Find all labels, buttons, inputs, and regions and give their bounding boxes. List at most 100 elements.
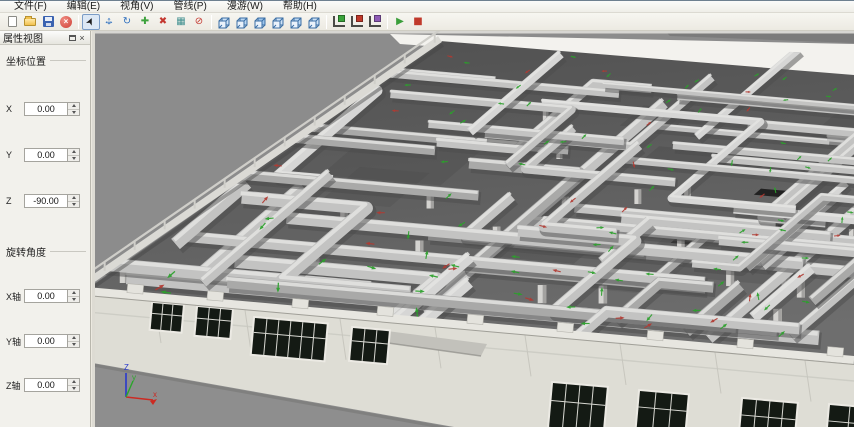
no-entry-icon: ⊘ bbox=[195, 17, 203, 27]
delete-tool-button[interactable]: ✖ bbox=[154, 14, 172, 30]
properties-panel-title: 属性视图 bbox=[3, 30, 67, 45]
new-file-button[interactable] bbox=[3, 14, 21, 30]
cube-view-icon bbox=[307, 14, 322, 29]
pipeline-layer-purple-button[interactable] bbox=[366, 14, 384, 30]
rotation-z-row: Z轴 bbox=[6, 378, 86, 392]
coordinate-z-label: Z bbox=[6, 196, 24, 206]
axis-z-label: Z bbox=[124, 363, 129, 372]
move-tool-button[interactable]: ↔↕ bbox=[100, 14, 118, 30]
toolbar-separator bbox=[78, 15, 79, 29]
save-floppy-icon bbox=[43, 16, 54, 27]
group-rotation-angle-label: 旋转角度 bbox=[6, 244, 46, 259]
disable-tool-button[interactable]: ⊘ bbox=[190, 14, 208, 30]
rotate-tool-button[interactable]: ↻ bbox=[118, 14, 136, 30]
rotation-z-stepper[interactable] bbox=[68, 378, 80, 392]
menu-file[interactable]: 文件(F) bbox=[4, 1, 57, 13]
plus-icon: ✚ bbox=[141, 17, 149, 27]
axis-y-label: y bbox=[132, 373, 136, 382]
coordinate-x-row: X bbox=[6, 102, 86, 116]
pipeline-layer-red-button[interactable] bbox=[348, 14, 366, 30]
toolbar-group: × bbox=[3, 14, 75, 30]
layer-green-icon bbox=[333, 16, 345, 27]
cube-view-icon bbox=[235, 14, 250, 29]
rotation-z-input[interactable] bbox=[24, 378, 68, 392]
play-icon: ▶ bbox=[396, 17, 404, 27]
coordinate-x-label: X bbox=[6, 104, 24, 114]
panel-float-button[interactable] bbox=[67, 33, 77, 43]
pipeline-layer-green-button[interactable] bbox=[330, 14, 348, 30]
cube-view-icon bbox=[217, 14, 232, 29]
toolbar-group bbox=[215, 14, 323, 30]
coordinate-y-input[interactable] bbox=[24, 148, 68, 162]
float-window-icon bbox=[69, 35, 76, 41]
coordinate-x-input[interactable] bbox=[24, 102, 68, 116]
add-tool-button[interactable]: ✚ bbox=[136, 14, 154, 30]
rotation-y-stepper[interactable] bbox=[68, 334, 80, 348]
rotation-z-label: Z轴 bbox=[6, 379, 24, 392]
rotation-x-label: X轴 bbox=[6, 290, 24, 303]
rotation-y-label: Y轴 bbox=[6, 335, 24, 348]
view-cube-4-button[interactable] bbox=[269, 14, 287, 30]
group-coordinate-position-label: 坐标位置 bbox=[6, 53, 46, 68]
close-doc-icon: × bbox=[60, 16, 72, 28]
delete-cross-icon: ✖ bbox=[159, 17, 167, 27]
coordinate-z-stepper[interactable] bbox=[68, 194, 80, 208]
cube-view-icon bbox=[253, 14, 268, 29]
rotate-icon: ↻ bbox=[123, 17, 131, 27]
open-file-button[interactable] bbox=[21, 14, 39, 30]
view-cube-2-button[interactable] bbox=[233, 14, 251, 30]
toolbar-group bbox=[330, 14, 384, 30]
coordinate-y-stepper[interactable] bbox=[68, 148, 80, 162]
layer-purple-icon bbox=[369, 16, 381, 27]
cursor-icon: ➤ bbox=[85, 16, 98, 28]
group-coordinate-position: 坐标位置 bbox=[6, 53, 86, 68]
rotation-x-row: X轴 bbox=[6, 289, 86, 303]
toolbar-separator bbox=[387, 15, 388, 29]
menu-bar: 文件(F) 编辑(E) 视角(V) 管线(P) 漫游(W) 帮助(H) bbox=[0, 0, 854, 13]
rotation-x-input[interactable] bbox=[24, 289, 68, 303]
coordinate-z-row: Z bbox=[6, 194, 86, 208]
menu-edit[interactable]: 编辑(E) bbox=[57, 1, 110, 13]
properties-panel: 属性视图 × 坐标位置 X Y Z 旋转角度 X轴 bbox=[0, 31, 91, 427]
capture-tool-button[interactable]: ▦ bbox=[172, 14, 190, 30]
panel-close-button[interactable]: × bbox=[77, 33, 87, 43]
toolbar-separator bbox=[211, 15, 212, 29]
cube-view-icon bbox=[271, 14, 286, 29]
coordinate-x-stepper[interactable] bbox=[68, 102, 80, 116]
move-arrows-icon: ↔↕ bbox=[103, 15, 116, 28]
close-file-button[interactable]: × bbox=[57, 14, 75, 30]
group-rotation-angle: 旋转角度 bbox=[6, 244, 86, 259]
coordinate-y-row: Y bbox=[6, 148, 86, 162]
3d-viewport[interactable]: Z x y bbox=[95, 31, 854, 427]
menu-pipeline[interactable]: 管线(P) bbox=[163, 1, 216, 13]
rotation-x-stepper[interactable] bbox=[68, 289, 80, 303]
grid-capture-icon: ▦ bbox=[176, 17, 185, 27]
view-cube-5-button[interactable] bbox=[287, 14, 305, 30]
rotation-y-input[interactable] bbox=[24, 334, 68, 348]
coordinate-z-input[interactable] bbox=[24, 194, 68, 208]
rotation-y-row: Y轴 bbox=[6, 334, 86, 348]
toolbar-group: ➤ ↔↕ ↻ ✚ ✖ ▦ ⊘ bbox=[82, 14, 208, 30]
save-file-button[interactable] bbox=[39, 14, 57, 30]
menu-help[interactable]: 帮助(H) bbox=[273, 1, 327, 13]
select-tool-button[interactable]: ➤ bbox=[82, 14, 100, 30]
menu-walkthrough[interactable]: 漫游(W) bbox=[217, 1, 273, 13]
toolbar-separator bbox=[326, 15, 327, 29]
new-page-icon bbox=[8, 16, 17, 27]
walkthrough-start-button[interactable]: ▶ bbox=[391, 14, 409, 30]
open-folder-icon bbox=[24, 18, 36, 26]
axis-x-label: x bbox=[153, 390, 157, 399]
properties-panel-titlebar: 属性视图 × bbox=[0, 31, 90, 45]
view-cube-3-button[interactable] bbox=[251, 14, 269, 30]
cube-view-icon bbox=[289, 14, 304, 29]
walkthrough-stop-button[interactable]: ■ bbox=[409, 14, 427, 30]
menu-view[interactable]: 视角(V) bbox=[110, 1, 163, 13]
3d-scene-canvas[interactable]: Z x y bbox=[95, 31, 854, 427]
coordinate-y-label: Y bbox=[6, 150, 24, 160]
stop-cube-icon: ■ bbox=[413, 17, 422, 27]
view-cube-6-button[interactable] bbox=[305, 14, 323, 30]
toolbar: ×➤↔↕↻✚✖▦⊘▶■ bbox=[0, 13, 854, 31]
layer-red-icon bbox=[351, 16, 363, 27]
view-cube-1-button[interactable] bbox=[215, 14, 233, 30]
toolbar-group: ▶■ bbox=[391, 14, 427, 30]
